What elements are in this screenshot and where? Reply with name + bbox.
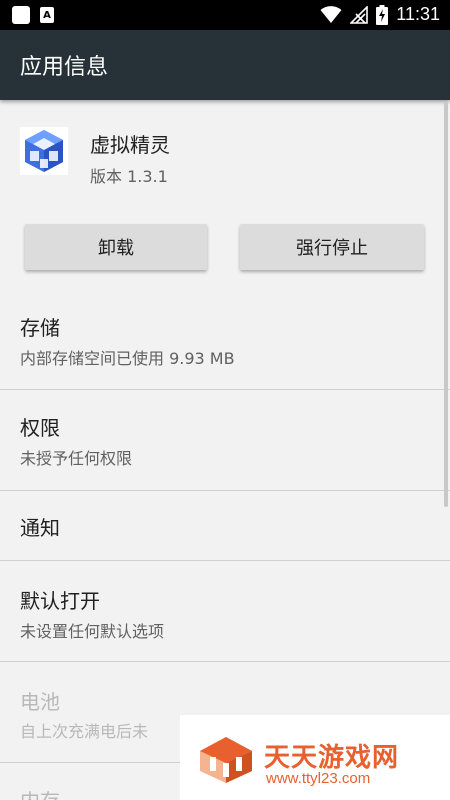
open-by-default-title: 默认打开 <box>20 589 100 613</box>
uninstall-button[interactable]: 卸载 <box>25 224 207 270</box>
permissions-title: 权限 <box>20 416 60 440</box>
watermark: 天天游戏网 www.ttyl23.com <box>180 715 450 800</box>
signal-icon <box>350 5 369 24</box>
list-item-notifications[interactable]: 通知 <box>0 491 450 560</box>
scrollbar[interactable] <box>444 102 448 507</box>
wifi-icon <box>320 5 342 23</box>
app-cube-icon <box>20 127 68 175</box>
list-item-permissions[interactable]: 权限 未授予任何权限 <box>0 390 450 490</box>
open-by-default-subtitle: 未设置任何默认选项 <box>20 622 165 641</box>
battery-subtitle: 自上次充满电后未 <box>20 722 149 741</box>
force-stop-button[interactable]: 强行停止 <box>240 224 424 270</box>
memory-title: 内存 <box>20 785 60 800</box>
app-bar: 应用信息 <box>0 30 450 100</box>
notification-a-icon: A <box>40 7 54 23</box>
notification-icons: A <box>12 6 54 24</box>
watermark-title: 天天游戏网 <box>264 743 400 773</box>
permissions-subtitle: 未授予任何权限 <box>20 449 133 468</box>
storage-title: 存储 <box>20 316 60 340</box>
notification-square-icon <box>12 6 30 24</box>
page-title: 应用信息 <box>20 55 109 80</box>
watermark-url: www.ttyl23.com <box>266 770 371 787</box>
list-item-storage[interactable]: 存储 内部存储空间已使用 9.93 MB <box>0 290 450 390</box>
app-header: 虚拟精灵 版本 1.3.1 <box>0 100 450 210</box>
app-version: 版本 1.3.1 <box>90 167 168 186</box>
status-icons: 11:31 <box>320 4 440 25</box>
battery-title: 电池 <box>20 690 60 714</box>
watermark-logo-icon <box>200 737 252 783</box>
clock: 11:31 <box>396 4 440 24</box>
list-item-open-by-default[interactable]: 默认打开 未设置任何默认选项 <box>0 561 450 661</box>
status-bar: A 11:31 <box>0 0 450 30</box>
battery-charging-icon <box>376 4 389 25</box>
app-name: 虚拟精灵 <box>90 133 170 157</box>
notifications-title: 通知 <box>20 516 60 540</box>
storage-subtitle: 内部存储空间已使用 9.93 MB <box>20 349 235 368</box>
